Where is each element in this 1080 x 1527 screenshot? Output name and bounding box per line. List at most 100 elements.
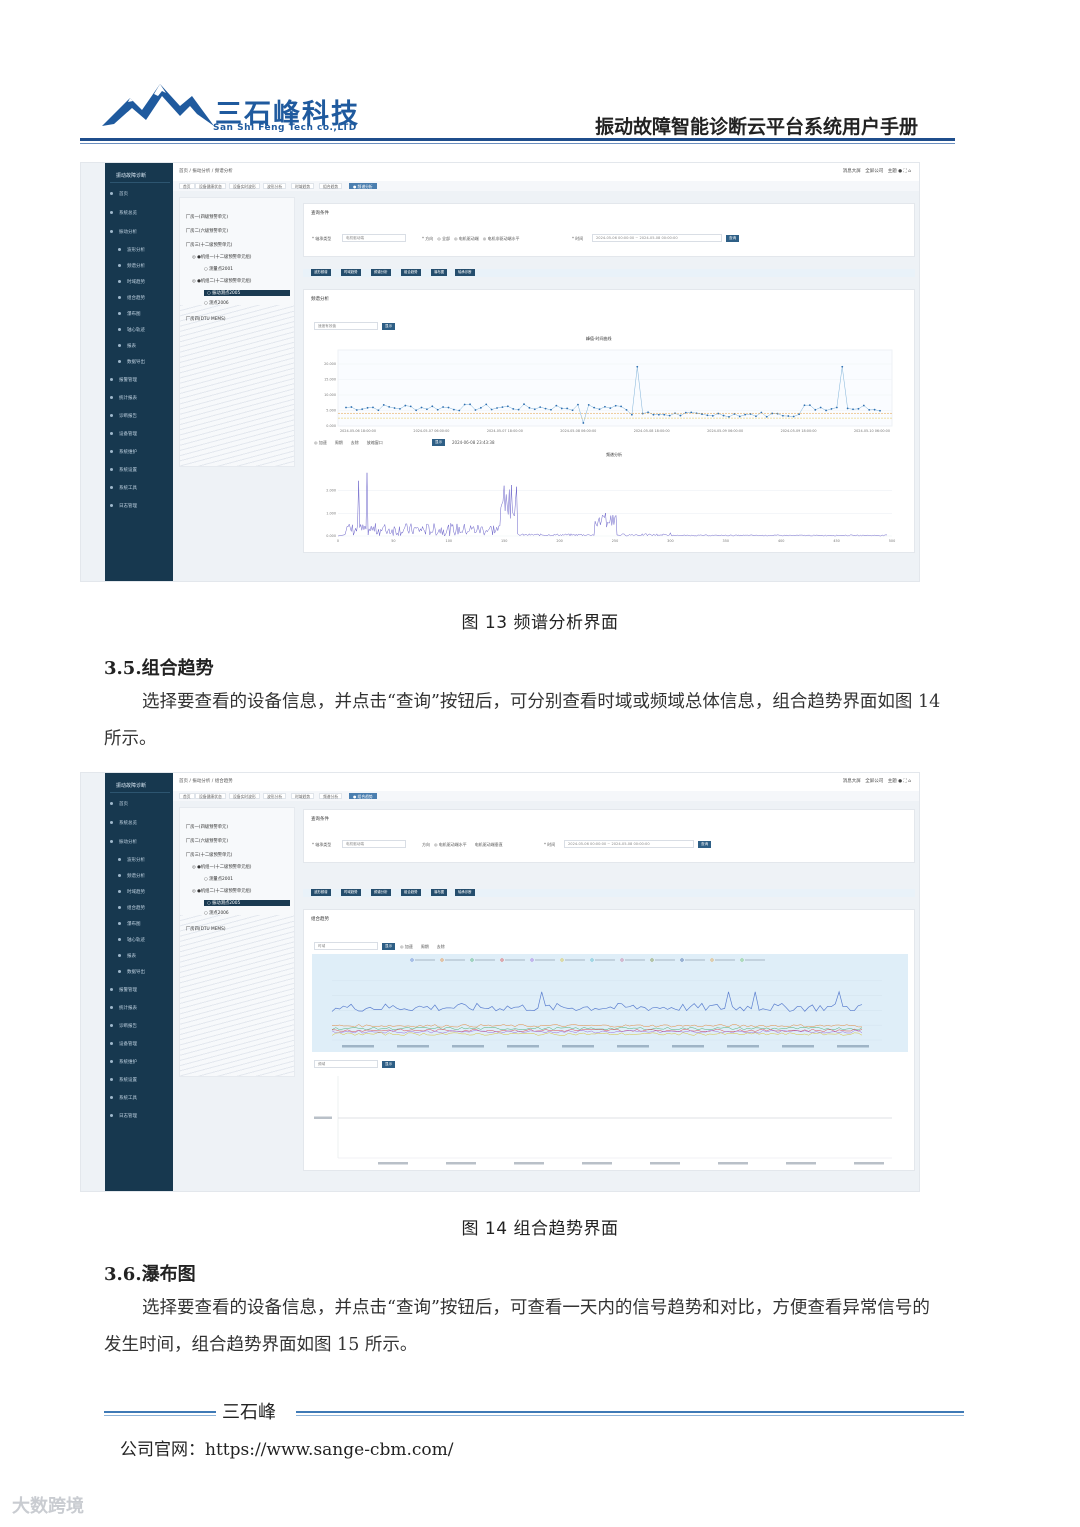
tab[interactable]: 时域趋势	[291, 183, 315, 189]
tree-node[interactable]: ◎ ●机组二(十二级预警单元组)	[192, 888, 251, 894]
sidebar-item[interactable]: 报表	[110, 951, 168, 960]
sidebar-item[interactable]: 频谱分析	[110, 871, 168, 880]
apply-button[interactable]: 显示	[382, 323, 396, 330]
sidebar-item[interactable]: 振动分析	[110, 837, 168, 846]
sidebar-item[interactable]: 设备管理	[110, 1039, 168, 1048]
tree-node[interactable]: 厂房一(四级预警单元)	[186, 214, 228, 220]
tab[interactable]: 首页	[179, 183, 195, 189]
tab[interactable]: ● 组合趋势	[349, 793, 377, 799]
sidebar-item[interactable]: 瀑布图	[110, 309, 168, 318]
sidebar-item[interactable]: 系统设置	[110, 465, 168, 474]
sidebar-item[interactable]: 报警管理	[110, 375, 168, 384]
tab[interactable]: 设备实时波形	[229, 793, 260, 799]
tab[interactable]: 波形分析	[263, 793, 287, 799]
tree-node[interactable]: ○ 测量点2001	[204, 876, 233, 882]
tab[interactable]: ● 频谱分析	[349, 183, 377, 189]
sidebar-item[interactable]: 报警管理	[110, 985, 168, 994]
sidebar-item[interactable]: 诊断报告	[110, 1021, 168, 1030]
sidebar-item[interactable]: 统计报表	[110, 393, 168, 402]
tree-node[interactable]: 厂房三(十二级预警单元)	[186, 852, 232, 858]
x-tick-label	[718, 1162, 748, 1165]
tree-node[interactable]: ◎ ●机组一(十二级预警单元组)	[192, 254, 251, 260]
function-button[interactable]: 频谱分析	[371, 889, 391, 896]
tree-node[interactable]: ◎ ●机组一(十二级预警单元组)	[192, 864, 251, 870]
data-point	[857, 407, 860, 410]
mode-select[interactable]: 速度有效值	[314, 322, 378, 330]
function-button[interactable]: 波形频谱	[311, 889, 331, 896]
tree-node[interactable]: ○ 测量点2001	[204, 266, 233, 272]
tree-node[interactable]: 厂房三(十二级预警单元)	[186, 242, 232, 248]
apply-button[interactable]: 显示	[382, 943, 396, 950]
tree-node[interactable]: ○ 测点2006	[204, 910, 229, 916]
sidebar-item[interactable]: 系统维护	[110, 447, 168, 456]
apply-button[interactable]: 显示	[382, 1061, 396, 1068]
sidebar-item[interactable]: 时域趋势	[110, 887, 168, 896]
tree-node[interactable]: 厂房四(DTU MEMS)	[186, 316, 226, 322]
tab[interactable]: 设备健康状态	[195, 183, 226, 189]
tree-node[interactable]: 厂房一(四级预警单元)	[186, 824, 228, 830]
footer-website: 公司官网：https://www.sange-cbm.com/	[120, 1440, 454, 1460]
sidebar-item[interactable]: 频谱分析	[110, 261, 168, 270]
sidebar-item[interactable]: 诊断报告	[110, 411, 168, 420]
sidebar-item[interactable]: 振动分析	[110, 227, 168, 236]
tree-node-selected[interactable]: ○ 振动测点2005	[204, 290, 290, 296]
tree-node-selected[interactable]: ○ 振动测点2005	[204, 900, 290, 906]
sidebar-item[interactable]: 系统设置	[110, 1075, 168, 1084]
tab[interactable]: 频谱分析	[319, 793, 343, 799]
function-button[interactable]: 瀑布图	[431, 269, 448, 276]
sidebar-item[interactable]: 系统总览	[110, 818, 168, 827]
sidebar-item[interactable]: 设备管理	[110, 429, 168, 438]
function-button[interactable]: 瀑布图	[431, 889, 448, 896]
query-button[interactable]: 查询	[698, 841, 712, 848]
sidebar-item[interactable]: 日志管理	[110, 501, 168, 510]
function-button[interactable]: 组合趋势	[401, 269, 421, 276]
sidebar-item[interactable]: 轴心轨迹	[110, 325, 168, 334]
tree-node[interactable]: 厂房四(DTU MEMS)	[186, 926, 226, 932]
frequency-trend-chart	[314, 1076, 892, 1165]
tree-node[interactable]: ◎ ●机组二(十二级预警单元组)	[192, 278, 251, 284]
query-button[interactable]: 查询	[726, 235, 740, 242]
function-button[interactable]: 时域趋势	[341, 269, 361, 276]
sidebar-item[interactable]: 瀑布图	[110, 919, 168, 928]
tab[interactable]: 设备健康状态	[195, 793, 226, 799]
sidebar-item[interactable]: 时域趋势	[110, 277, 168, 286]
sidebar-item[interactable]: 数据导出	[110, 967, 168, 976]
sidebar-item[interactable]: 日志管理	[110, 1111, 168, 1120]
show-button[interactable]: 显示	[432, 439, 446, 446]
function-button[interactable]: 频谱分析	[371, 269, 391, 276]
x-tick-label	[837, 1045, 869, 1048]
sidebar-item[interactable]: 系统总览	[110, 208, 168, 217]
function-button[interactable]: 波形频谱	[311, 269, 331, 276]
sidebar-item[interactable]: 波形分析	[110, 245, 168, 254]
sidebar-item[interactable]: 报表	[110, 341, 168, 350]
tree-node[interactable]: 厂房二(六级预警单元)	[186, 838, 228, 844]
tree-node[interactable]: ○ 测点2006	[204, 300, 229, 306]
sidebar-item[interactable]: 统计报表	[110, 1003, 168, 1012]
query-select[interactable]: 电机驱动端	[342, 234, 406, 242]
function-button[interactable]: 时域趋势	[341, 889, 361, 896]
tab[interactable]: 组合趋势	[319, 183, 343, 189]
sidebar-item[interactable]: 首页	[110, 799, 168, 808]
sidebar-item[interactable]: 系统工具	[110, 1093, 168, 1102]
query-select[interactable]: 电机驱动端	[342, 840, 406, 848]
function-button[interactable]: 轴承诊断	[455, 269, 475, 276]
function-button[interactable]: 轴承诊断	[455, 889, 475, 896]
mode-select[interactable]: 频域	[314, 1060, 378, 1068]
sidebar-item[interactable]: 组合趋势	[110, 903, 168, 912]
date-range[interactable]: 2024-05-06 00:00:00 ~ 2024-05-08 00:00:0…	[564, 840, 694, 848]
sidebar-item[interactable]: 系统工具	[110, 483, 168, 492]
tab[interactable]: 设备实时波形	[229, 183, 260, 189]
sidebar-item[interactable]: 波形分析	[110, 855, 168, 864]
tab[interactable]: 时域趋势	[291, 793, 315, 799]
mode-select[interactable]: 时域	[314, 942, 378, 950]
sidebar-item[interactable]: 首页	[110, 189, 168, 198]
sidebar-item[interactable]: 组合趋势	[110, 293, 168, 302]
tab[interactable]: 首页	[179, 793, 195, 799]
date-range[interactable]: 2024-05-06 00:00:00 ~ 2024-05-08 00:00:0…	[592, 234, 722, 242]
sidebar-item[interactable]: 系统维护	[110, 1057, 168, 1066]
tree-node[interactable]: 厂房二(六级预警单元)	[186, 228, 228, 234]
sidebar-item[interactable]: 数据导出	[110, 357, 168, 366]
sidebar-item[interactable]: 轴心轨迹	[110, 935, 168, 944]
tab[interactable]: 波形分析	[263, 183, 287, 189]
function-button[interactable]: 组合趋势	[401, 889, 421, 896]
